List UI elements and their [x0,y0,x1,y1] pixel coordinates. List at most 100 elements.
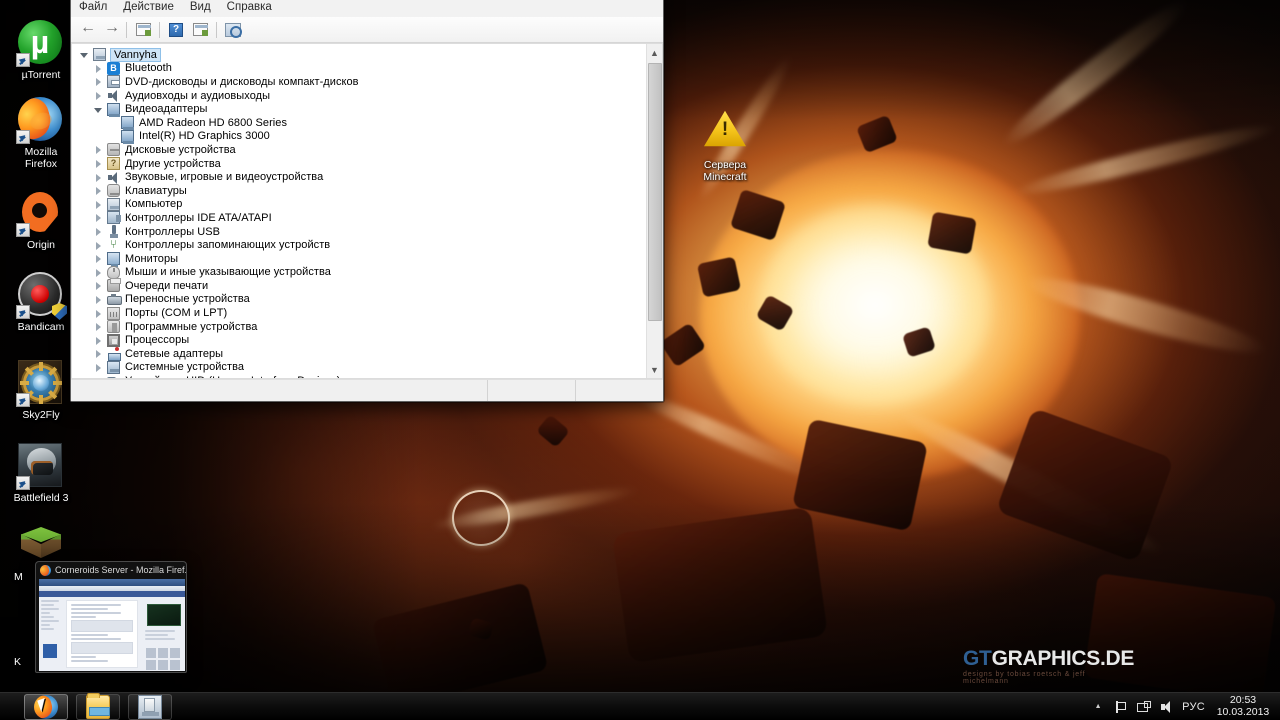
expand-arrow-icon[interactable] [92,293,106,306]
expand-arrow-icon[interactable] [92,347,106,360]
sound-icon [106,171,121,184]
desktop-icon-sky2fly[interactable]: Sky2Fly [2,360,80,421]
network-icon[interactable] [1136,699,1152,715]
device-tree-item-label: Intel(R) HD Graphics 3000 [139,130,270,143]
device-tree-item[interactable]: Другие устройства [78,156,646,171]
taskbar-device-manager[interactable] [128,693,172,720]
menu-item-action[interactable]: Действие [123,1,174,13]
expand-arrow-icon[interactable] [92,375,106,378]
device-tree-item[interactable]: Компьютер [78,197,646,212]
device-tree-item[interactable]: Клавиатуры [78,184,646,198]
taskbar-explorer[interactable] [76,692,120,720]
expand-arrow-icon[interactable] [92,89,106,102]
expand-arrow-icon[interactable] [92,320,106,333]
device-tree-item[interactable]: Сетевые адаптеры [78,347,646,362]
device-tree-item[interactable]: Очереди печати [78,278,646,293]
expand-arrow-icon[interactable] [92,198,106,211]
device-tree-item[interactable]: Контроллеры запоминающих устройств [78,236,646,252]
display-adapter-icon [106,102,121,117]
watermark-graphics: GRAPHICS.DE [991,647,1135,670]
taskbar-firefox[interactable] [24,693,68,720]
expand-arrow-icon[interactable] [92,62,106,75]
collapse-arrow-icon[interactable] [78,48,92,61]
expand-arrow-icon[interactable] [92,184,106,197]
expand-arrow-icon[interactable] [92,225,106,238]
device-tree-item[interactable]: Мыши и иные указывающие устройства [78,265,646,280]
menu-item-view[interactable]: Вид [190,1,211,13]
device-tree-item[interactable]: Устройства HID (Human Interface Devices) [78,374,646,378]
desktop-icon-label: Battlefield 3 [13,492,69,504]
volume-icon[interactable] [1159,699,1175,715]
taskbar[interactable]: РУС 20:53 10.03.2013 [0,692,1280,720]
device-tree-item[interactable]: Системные устройства [78,360,646,375]
device-tree-item[interactable]: Мониторы [78,252,646,268]
expand-arrow-icon[interactable] [92,143,106,156]
desktop-icon-minecraft-servers[interactable]: Сервера Minecraft [686,106,764,183]
expand-arrow-icon[interactable] [92,75,106,88]
desktop-icon-utorrent[interactable]: µTorrent [2,20,80,81]
device-tree-item[interactable]: DVD-дисководы и дисководы компакт-дисков [78,75,646,89]
device-tree-item[interactable]: Аудиовходы и аудиовыходы [78,89,646,103]
expand-arrow-icon[interactable] [92,334,106,347]
vertical-scrollbar[interactable]: ▲ ▼ [646,44,662,378]
menu-bar[interactable]: Файл Действие Вид Справка [71,0,663,17]
taskbar-thumbnail-preview[interactable]: Corneroids Server - Mozilla Firef... [35,561,187,673]
device-tree-item[interactable]: Процессоры [78,333,646,347]
scroll-up-button[interactable]: ▲ [647,44,663,61]
device-tree-item[interactable]: Видеоадаптеры [78,102,646,117]
desktop-icon-label: µTorrent [21,69,61,81]
desktop-icon-firefox[interactable]: Mozilla Firefox [2,97,80,170]
device-tree-item[interactable]: Звуковые, игровые и видеоустройства [78,170,646,184]
menu-item-help[interactable]: Справка [227,1,272,13]
thumbnail-image[interactable] [39,579,185,671]
device-tree-item[interactable]: Intel(R) HD Graphics 3000 [78,129,646,144]
back-button[interactable] [75,19,97,40]
expand-arrow-icon[interactable] [92,252,106,265]
show-hidden-icons-icon[interactable] [1090,699,1106,715]
expand-arrow-icon[interactable] [92,307,106,320]
scroll-down-button[interactable]: ▼ [647,361,663,378]
update-driver-button[interactable] [189,20,211,40]
device-tree-item-label: Другие устройства [125,157,221,170]
device-tree-item[interactable]: Дисковые устройства [78,143,646,157]
device-tree-item[interactable]: Vannyha [78,47,646,62]
device-tree-item[interactable]: Контроллеры IDE ATA/ATAPI [78,211,646,225]
desktop-icon-label-line2: Firefox [24,158,58,170]
scan-hardware-changes-button[interactable] [222,20,244,40]
expand-arrow-icon[interactable] [92,157,106,170]
device-tree-item[interactable]: Порты (COM и LPT) [78,306,646,320]
properties-button[interactable] [132,20,154,40]
device-tree-item[interactable]: Переносные устройства [78,293,646,307]
desktop-icon-label-line1: Сервера [703,159,747,171]
system-tray[interactable]: РУС 20:53 10.03.2013 [1090,693,1280,720]
expand-arrow-icon[interactable] [92,171,106,184]
menu-item-file[interactable]: Файл [79,1,107,13]
device-tree-item[interactable]: Контроллеры USB [78,225,646,239]
scrollbar-thumb[interactable] [647,63,662,321]
device-tree-item[interactable]: Программные устройства [78,320,646,334]
scrollbar-track[interactable] [646,61,662,361]
expand-arrow-icon[interactable] [92,266,106,279]
device-tree-item[interactable]: Bluetooth [78,61,646,76]
language-indicator[interactable]: РУС [1182,701,1205,713]
expand-arrow-icon[interactable] [92,239,106,252]
forward-button[interactable] [99,19,121,40]
desktop-icon-bandicam[interactable]: Bandicam [2,272,80,333]
desktop-icon-origin[interactable]: Origin [2,190,80,251]
expand-arrow-icon[interactable] [92,361,106,374]
toolbar[interactable]: ? [71,17,663,43]
clock[interactable]: 20:53 10.03.2013 [1212,694,1274,718]
expand-arrow-icon[interactable] [92,279,106,292]
display-adapter-icon [120,116,135,131]
device-manager-window[interactable]: Диспетчер устройств Файл Действие Вид Сп… [70,0,664,402]
collapse-arrow-icon[interactable] [92,103,106,116]
device-tree-item[interactable]: AMD Radeon HD 6800 Series [78,116,646,131]
bluetooth-icon [106,61,121,75]
wallpaper-debris [927,211,977,255]
action-center-flag-icon[interactable] [1113,699,1129,715]
expand-arrow-icon[interactable] [92,211,106,224]
help-button[interactable]: ? [165,20,187,40]
device-tree[interactable]: VannyhaBluetoothDVD-дисководы и дисковод… [72,44,646,378]
desktop-icon-battlefield3[interactable]: Battlefield 3 [2,443,80,504]
